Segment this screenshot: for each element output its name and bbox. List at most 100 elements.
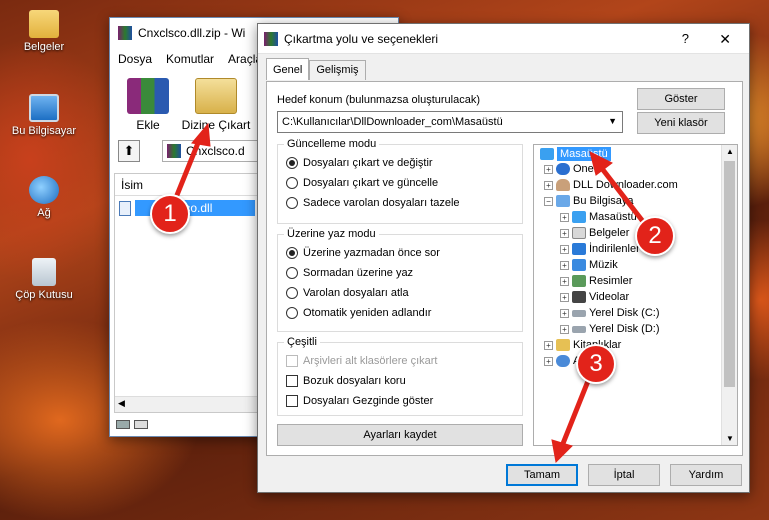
- scroll-down-arrow-icon[interactable]: ▼: [726, 434, 734, 443]
- archive-icon: [167, 144, 181, 158]
- tree-vertical-scrollbar[interactable]: ▲ ▼: [721, 145, 737, 445]
- add-button-label: Ekle: [136, 118, 160, 132]
- film-icon: [572, 291, 586, 303]
- radio-overwrite-without-prompt[interactable]: Sormadan üzerine yaz: [286, 267, 413, 279]
- menu-file[interactable]: Dosya: [118, 52, 152, 66]
- tree-label: Masaüstü: [557, 147, 611, 161]
- tree-item-this-pc[interactable]: − Bu Bilgisaya: [544, 195, 634, 207]
- radio-extract-replace[interactable]: Dosyaları çıkart ve değiştir: [286, 157, 433, 169]
- tree-label: Masaüstü: [589, 211, 637, 223]
- scroll-left-arrow-icon[interactable]: ◀: [118, 398, 125, 409]
- status-bar: [116, 420, 148, 429]
- destination-combobox[interactable]: C:\Kullanıcılar\DllDownloader_com\Masaüs…: [277, 111, 623, 133]
- radio-button[interactable]: [286, 177, 298, 189]
- tab-general[interactable]: Genel: [266, 58, 310, 80]
- radio-ask-before[interactable]: Üzerine yazmadan önce sor: [286, 247, 440, 259]
- computer-icon: [29, 94, 59, 122]
- general-panel: Hedef konum (bulunmazsa oluşturulacak) C…: [266, 81, 743, 456]
- scroll-up-arrow-icon[interactable]: ▲: [726, 147, 734, 156]
- dialog-titlebar[interactable]: Çıkartma yolu ve seçenekleri ? ✕: [258, 24, 749, 54]
- radio-button[interactable]: [286, 247, 298, 259]
- checkbox-label: Bozuk dosyaları koru: [303, 375, 406, 387]
- checkbox[interactable]: [286, 395, 298, 407]
- user-icon: [556, 179, 570, 191]
- collapse-icon[interactable]: −: [544, 196, 553, 206]
- expand-icon[interactable]: +: [544, 164, 553, 174]
- tree-item-documents[interactable]: + Belgeler: [560, 227, 629, 239]
- checkbox-keep-broken[interactable]: Bozuk dosyaları koru: [286, 375, 406, 387]
- tree-label: Yerel Disk (D:): [589, 323, 660, 335]
- menu-commands[interactable]: Komutlar: [166, 52, 214, 66]
- radio-freshen[interactable]: Sadece varolan dosyaları tazele: [286, 197, 460, 209]
- tree-item-user[interactable]: + DLL Downloader.com: [544, 179, 678, 191]
- help-icon[interactable]: ?: [682, 31, 689, 46]
- radio-auto-rename[interactable]: Otomatik yeniden adlandır: [286, 307, 431, 319]
- tab-advanced[interactable]: Gelişmiş: [309, 60, 366, 80]
- radio-label: Otomatik yeniden adlandır: [303, 307, 432, 319]
- radio-button[interactable]: [286, 157, 298, 169]
- desktop-icon-computer[interactable]: Bu Bilgisayar: [4, 94, 84, 137]
- scrollbar-thumb[interactable]: [724, 161, 735, 387]
- extract-to-button[interactable]: Dizine Çıkart: [178, 78, 254, 132]
- recycle-bin-icon: [32, 258, 56, 286]
- tree-item-videos[interactable]: + Videolar: [560, 291, 629, 303]
- new-folder-button[interactable]: Yeni klasör: [637, 112, 725, 134]
- save-settings-button[interactable]: Ayarları kaydet: [277, 424, 523, 446]
- expand-icon[interactable]: +: [560, 212, 569, 222]
- radio-button[interactable]: [286, 267, 298, 279]
- radio-skip-existing[interactable]: Varolan dosyaları atla: [286, 287, 409, 299]
- desktop-icon-label: Ağ: [37, 207, 51, 219]
- radio-button[interactable]: [286, 197, 298, 209]
- destination-label: Hedef konum (bulunmazsa oluşturulacak): [277, 94, 480, 106]
- close-icon[interactable]: ✕: [719, 31, 731, 48]
- documents-icon: [572, 227, 586, 239]
- up-folder-button[interactable]: ⬆: [118, 140, 140, 162]
- documents-folder-icon: [29, 10, 59, 38]
- desktop-icon-documents[interactable]: Belgeler: [4, 10, 84, 53]
- desktop-icon-label: Belgeler: [23, 41, 65, 53]
- expand-icon[interactable]: +: [560, 308, 569, 318]
- expand-icon[interactable]: +: [560, 244, 569, 254]
- winrar-window-title: Cnxclsco.dll.zip - Wi: [138, 26, 246, 40]
- expand-icon[interactable]: +: [544, 356, 553, 366]
- tree-item-pictures[interactable]: + Resimler: [560, 275, 632, 287]
- ok-button[interactable]: Tamam: [506, 464, 578, 486]
- checkbox[interactable]: [286, 375, 298, 387]
- radio-extract-update[interactable]: Dosyaları çıkart ve güncelle: [286, 177, 438, 189]
- expand-icon[interactable]: +: [560, 292, 569, 302]
- expand-icon[interactable]: +: [544, 180, 553, 190]
- checkbox-show-in-explorer[interactable]: Dosyaları Gezginde göster: [286, 395, 433, 407]
- show-button[interactable]: Göster: [637, 88, 725, 110]
- network-icon: [556, 355, 570, 367]
- winrar-app-icon: [118, 26, 132, 40]
- folder-tree[interactable]: Masaüstü + OneDr + DLL Downloader.com − Bu …: [533, 144, 738, 446]
- expand-icon[interactable]: +: [544, 340, 553, 350]
- tree-item-music[interactable]: + Müzik: [560, 259, 618, 271]
- expand-icon[interactable]: +: [560, 228, 569, 238]
- desktop-icon: [540, 148, 554, 160]
- library-folder-icon: [556, 339, 570, 351]
- tree-item-disk-c[interactable]: + Yerel Disk (C:): [560, 307, 660, 319]
- tree-item-downloads[interactable]: + İndirilenler: [560, 243, 640, 255]
- tree-item-desktop-sub[interactable]: + Masaüstü: [560, 211, 637, 223]
- tree-item-disk-d[interactable]: + Yerel Disk (D:): [560, 323, 660, 335]
- expand-icon[interactable]: +: [560, 276, 569, 286]
- radio-button[interactable]: [286, 307, 298, 319]
- cancel-button[interactable]: İptal: [588, 464, 660, 486]
- dll-file-icon: [119, 200, 131, 216]
- tree-label: Belgeler: [589, 227, 630, 239]
- chevron-down-icon[interactable]: ▼: [608, 116, 617, 126]
- desktop-icon-network[interactable]: Ağ: [4, 176, 84, 219]
- expand-icon[interactable]: +: [560, 324, 569, 334]
- help-button[interactable]: Yardım: [670, 464, 742, 486]
- destination-value: C:\Kullanıcılar\DllDownloader_com\Masaüs…: [282, 116, 503, 128]
- address-text: Cnxclsco.d: [186, 144, 245, 158]
- tree-item-onedrive[interactable]: + OneDr: [544, 163, 605, 175]
- add-button[interactable]: Ekle: [118, 78, 178, 132]
- tree-label: OneDr: [573, 163, 606, 175]
- expand-icon[interactable]: +: [560, 260, 569, 270]
- tree-item-desktop[interactable]: Masaüstü: [540, 147, 611, 161]
- radio-button[interactable]: [286, 287, 298, 299]
- desktop-icon-recycle-bin[interactable]: Çöp Kutusu: [4, 258, 84, 301]
- key-icon: [134, 420, 148, 429]
